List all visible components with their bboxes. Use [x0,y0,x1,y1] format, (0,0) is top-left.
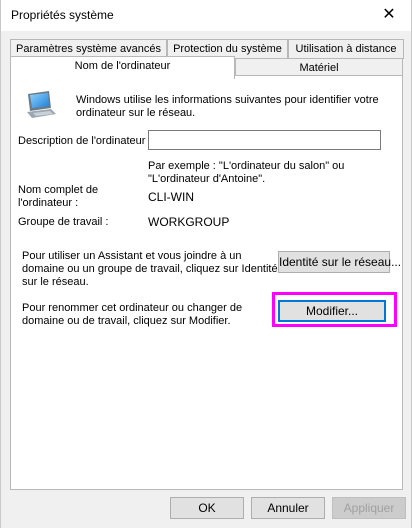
tab-label: Protection du système [173,43,282,55]
title-bar: Propriétés système ✕ [1,0,411,31]
network-id-text: Pour utiliser un Assistant et vous joind… [22,250,278,289]
example-text: Par exemple : "L'ordinateur du salon" ou… [148,160,344,186]
rename-line: domaine ou de travail, cliquez sur Modif… [22,315,231,327]
ok-button[interactable]: OK [170,497,244,519]
network-id-line: sur le réseau. [22,276,89,288]
fullname-label: Nom complet de l'ordinateur : [18,184,98,210]
rename-line: Pour renommer cet ordinateur ou changer … [22,302,243,314]
tab-label: Utilisation à distance [295,43,397,55]
example-line: "L'ordinateur d'Antoine". [148,173,266,185]
intro-line: Windows utilise les informations suivant… [76,94,379,106]
window-title: Propriétés système [11,8,114,22]
network-id-button[interactable]: Identité sur le réseau... [278,251,401,273]
modify-button[interactable]: Modifier... [278,300,386,322]
network-id-line: domaine ou un groupe de travail, cliquez… [22,263,278,275]
fullname-value: CLI-WIN [148,190,194,204]
computer-monitor-icon [27,91,56,118]
computer-name-panel: Windows utilise les informations suivant… [10,75,403,490]
intro-text: Windows utilise les informations suivant… [76,94,379,120]
cancel-button[interactable]: Annuler [251,497,325,519]
tab-label: Matériel [299,62,339,74]
description-input[interactable] [148,130,381,150]
fullname-label-line: l'ordinateur : [18,197,79,209]
close-icon[interactable]: ✕ [379,4,399,24]
intro-line: ordinateur sur le réseau. [76,107,196,119]
tab-computer-name[interactable]: Nom de l'ordinateur [10,56,235,79]
tab-label: Paramètres système avancés [16,43,161,55]
rename-text: Pour renommer cet ordinateur ou changer … [22,302,242,328]
system-properties-window: Propriétés système ✕ Paramètres système … [0,0,412,528]
tab-label: Nom de l'ordinateur [74,60,171,72]
workgroup-value: WORKGROUP [148,215,230,229]
description-label: Description de l'ordinateur : [18,135,152,147]
tab-remote[interactable]: Utilisation à distance [288,39,404,59]
example-line: Par exemple : "L'ordinateur du salon" ou [148,160,345,172]
apply-button[interactable]: Appliquer [332,497,406,519]
network-id-line: Pour utiliser un Assistant et vous joind… [22,250,242,262]
workgroup-label: Groupe de travail : [18,216,109,228]
fullname-label-line: Nom complet de [18,184,99,196]
